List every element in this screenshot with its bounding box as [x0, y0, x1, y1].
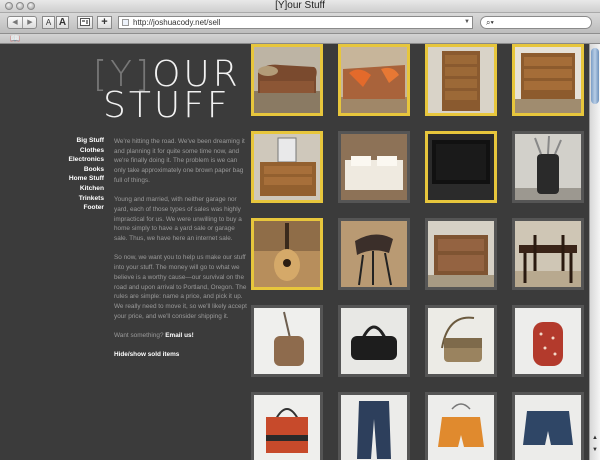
- tote-bag-photo: [254, 395, 320, 460]
- dining-table-photo: [515, 221, 581, 287]
- toolbar: ◀ ▶ A A + http://joshuacody.net/sell ▼ ⌕…: [0, 13, 600, 34]
- orange-shorts-photo: [428, 395, 494, 460]
- messenger-bag-photo: [428, 308, 494, 374]
- item-tile-brown-shoulder-bag[interactable]: [251, 305, 323, 377]
- site-logo: [Y]OUR STUFF: [93, 57, 241, 124]
- golf-bag-photo: [515, 134, 581, 200]
- title-bar: [Y]our Stuff: [0, 0, 600, 13]
- chevron-down-icon[interactable]: ▼: [464, 17, 470, 28]
- item-tile-tall-dresser[interactable]: [425, 44, 497, 116]
- intro-paragraph-1: We're hitting the road. We've been dream…: [114, 138, 245, 184]
- nav-link-books[interactable]: Books: [68, 165, 104, 175]
- guitar-photo: [254, 221, 320, 287]
- item-tile-tote-bag[interactable]: [251, 392, 323, 460]
- tall-dresser-photo: [428, 47, 494, 113]
- nav-link-kitchen[interactable]: Kitchen: [68, 184, 104, 194]
- item-tile-flat-screen-tv[interactable]: [425, 131, 497, 203]
- item-grid: [251, 44, 589, 460]
- denim-shorts-photo: [515, 395, 581, 460]
- couch-pillows-photo: [341, 47, 407, 113]
- item-tile-wooden-dresser[interactable]: [512, 44, 584, 116]
- snapback-button[interactable]: [77, 16, 93, 29]
- item-tile-dining-table[interactable]: [512, 218, 584, 290]
- item-tile-orange-shorts[interactable]: [425, 392, 497, 460]
- item-tile-brown-couch[interactable]: [251, 44, 323, 116]
- backpack-photo: [515, 308, 581, 374]
- email-us-link[interactable]: Email us!: [165, 332, 193, 339]
- shoulder-bag-photo: [254, 308, 320, 374]
- page-content: [Y]OUR STUFF Big Stuff Clothes Electroni…: [0, 44, 589, 460]
- item-tile-red-backpack[interactable]: [512, 305, 584, 377]
- item-tile-messenger-bag[interactable]: [425, 305, 497, 377]
- want-something-line: Want something? Email us!: [114, 331, 247, 341]
- category-nav: Big Stuff Clothes Electronics Books Home…: [68, 136, 104, 213]
- nav-link-footer[interactable]: Footer: [68, 203, 104, 213]
- item-tile-bar-stool[interactable]: [338, 218, 410, 290]
- search-icon: ⌕▾: [486, 18, 494, 27]
- scroll-up-arrow-icon[interactable]: ▲: [591, 434, 599, 443]
- back-button[interactable]: ◀: [8, 17, 23, 28]
- item-tile-jeans[interactable]: [338, 392, 410, 460]
- scroll-down-arrow-icon[interactable]: ▼: [591, 446, 599, 455]
- item-tile-bed[interactable]: [338, 131, 410, 203]
- handbag-photo: [341, 308, 407, 374]
- bar-stool-photo: [341, 221, 407, 287]
- forward-button[interactable]: ▶: [23, 17, 37, 28]
- intro-text: We're hitting the road. We've been dream…: [114, 137, 247, 360]
- item-tile-wooden-cabinet[interactable]: [425, 218, 497, 290]
- url-text: http://joshuacody.net/sell: [133, 18, 221, 27]
- site-favicon-icon: [122, 19, 129, 26]
- bookmarks-bar: 📖: [0, 34, 600, 44]
- low-dresser-photo: [254, 134, 320, 200]
- item-tile-acoustic-guitar[interactable]: [251, 218, 323, 290]
- snapshot-icon: [80, 18, 90, 26]
- intro-paragraph-3: So now, we want you to help us make our …: [114, 254, 247, 320]
- wooden-dresser-photo: [515, 47, 581, 113]
- item-tile-denim-shorts[interactable]: [512, 392, 584, 460]
- item-tile-low-dresser[interactable]: [251, 131, 323, 203]
- search-field[interactable]: ⌕▾: [480, 16, 592, 29]
- intro-paragraph-2: Young and married, with neither garage n…: [114, 196, 242, 243]
- window-title: [Y]our Stuff: [275, 0, 325, 11]
- bookmarks-icon[interactable]: 📖: [10, 34, 20, 43]
- item-tile-golf-bag[interactable]: [512, 131, 584, 203]
- nav-link-home-stuff[interactable]: Home Stuff: [68, 174, 104, 184]
- add-bookmark-button[interactable]: +: [97, 16, 112, 29]
- address-bar[interactable]: http://joshuacody.net/sell ▼: [118, 16, 473, 29]
- toggle-sold-items-link[interactable]: Hide/show sold items: [114, 350, 247, 360]
- tv-photo: [428, 134, 494, 200]
- bed-photo: [341, 134, 407, 200]
- nav-link-clothes[interactable]: Clothes: [68, 146, 104, 156]
- want-something-prefix: Want something?: [114, 332, 164, 340]
- text-bigger-button[interactable]: A: [56, 16, 69, 29]
- text-smaller-button[interactable]: A: [42, 16, 55, 29]
- couch-photo: [254, 47, 320, 113]
- nav-link-big-stuff[interactable]: Big Stuff: [68, 136, 104, 146]
- item-tile-couch-with-pillows[interactable]: [338, 44, 410, 116]
- scroll-thumb[interactable]: [591, 48, 599, 104]
- nav-link-trinkets[interactable]: Trinkets: [68, 194, 104, 204]
- logo-line-2: STUFF: [103, 85, 231, 126]
- browser-window: [Y]our Stuff ◀ ▶ A A + http://joshuacody…: [0, 0, 600, 460]
- cabinet-photo: [428, 221, 494, 287]
- vertical-scrollbar[interactable]: ▲ ▼: [589, 44, 600, 460]
- item-tile-black-handbag[interactable]: [338, 305, 410, 377]
- history-buttons: ◀ ▶: [7, 16, 37, 29]
- jeans-photo: [341, 395, 407, 460]
- nav-link-electronics[interactable]: Electronics: [68, 155, 104, 165]
